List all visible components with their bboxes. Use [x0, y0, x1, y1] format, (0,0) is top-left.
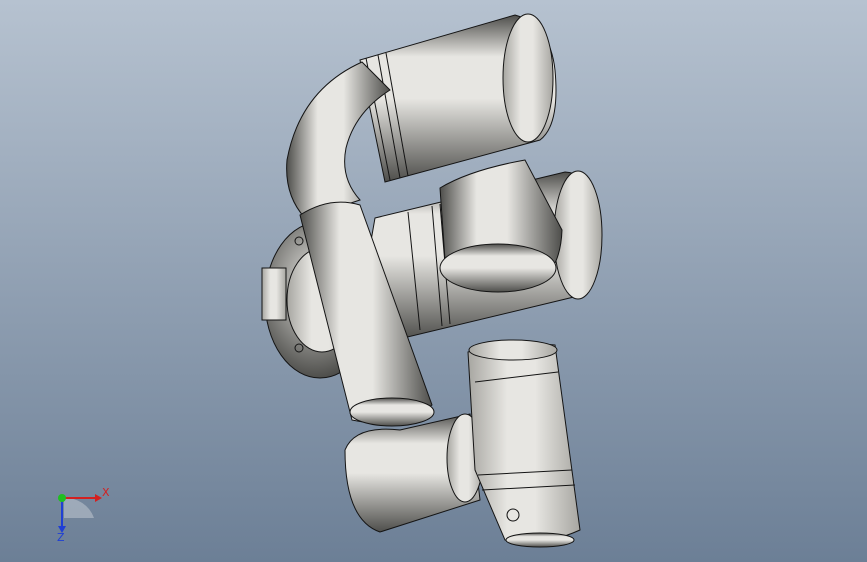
x-axis-label: X	[102, 486, 110, 499]
upper-arm[interactable]	[359, 13, 557, 183]
wrist-link[interactable]	[344, 413, 484, 533]
triad-labels: X Z	[40, 478, 120, 548]
base-mount-tab[interactable]	[261, 267, 287, 321]
graphics-viewport[interactable]: X Z	[0, 0, 867, 562]
z-axis-label: Z	[57, 531, 65, 544]
tool-flange[interactable]	[467, 339, 581, 548]
elbow-bend-tube[interactable]	[286, 61, 391, 219]
robot-arm-model[interactable]	[0, 0, 867, 562]
